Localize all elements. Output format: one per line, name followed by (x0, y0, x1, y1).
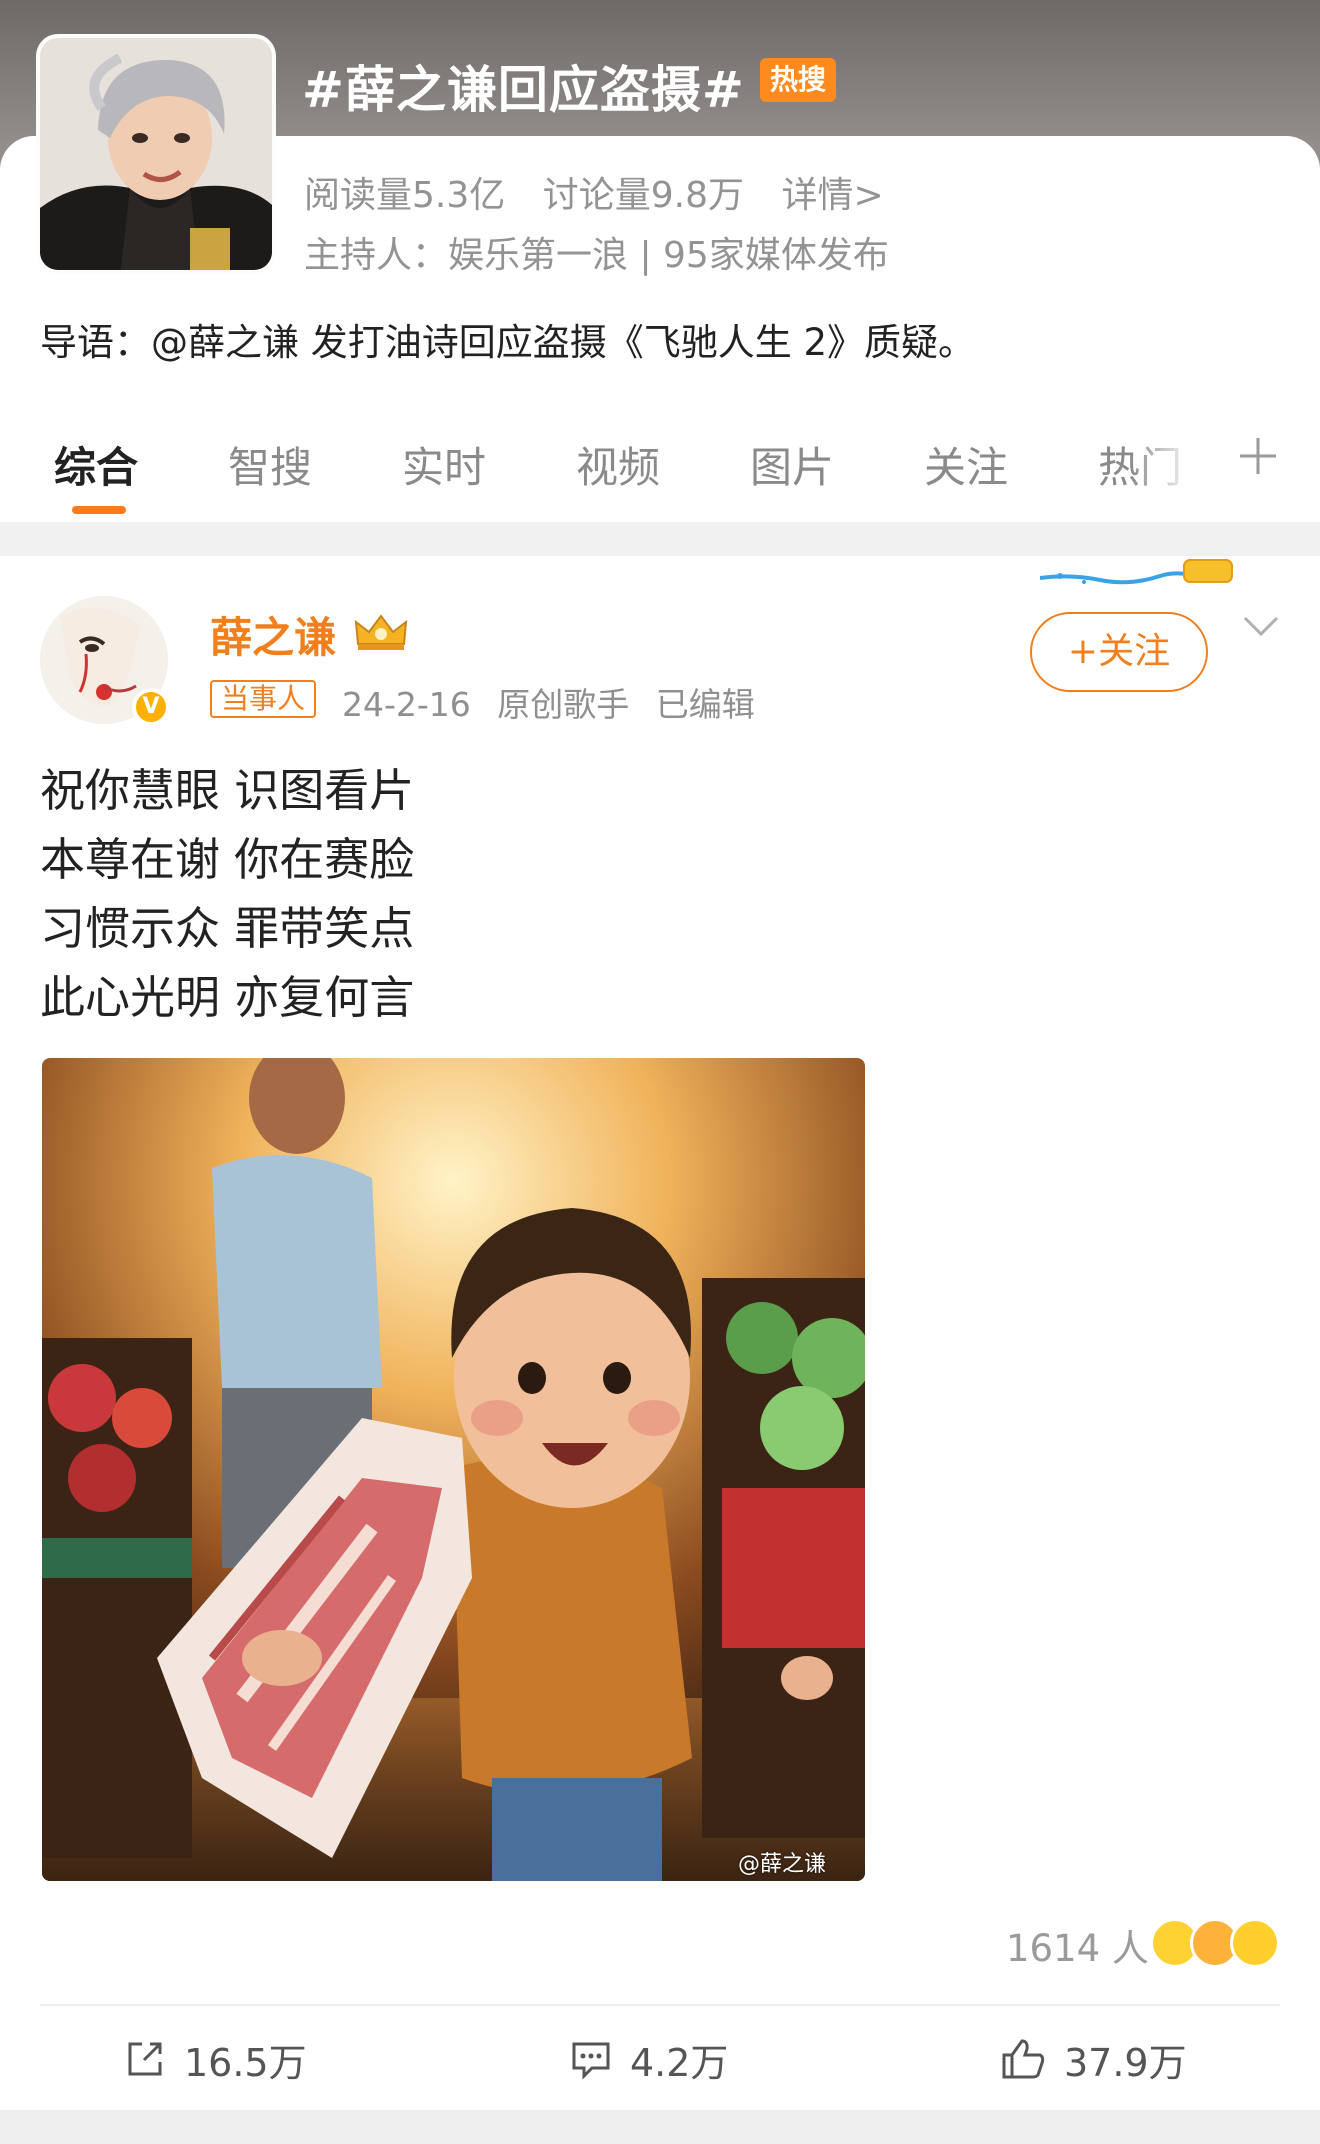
plus-icon[interactable] (1236, 434, 1280, 486)
surprise-emoji-icon (1230, 1918, 1280, 1968)
tab-bar: 综合 智搜 实时 视频 图片 关注 热门 (0, 420, 1320, 520)
repost-count: 16.5万 (184, 2040, 307, 2085)
tab-comprehensive[interactable]: 综合 (54, 434, 138, 495)
tab-smart-search[interactable]: 智搜 (228, 434, 312, 495)
comment-icon (572, 2042, 610, 2080)
topic-intro: 导语：@薛之谦 发打油诗回应盗摄《飞驰人生 2》质疑。 (40, 321, 976, 364)
edited-label: 已编辑 (655, 685, 755, 724)
decoration-splash-icon (1040, 559, 1233, 585)
poem-line: 祝你慧眼 识图看片 (40, 764, 415, 817)
bottom-separator (0, 2110, 1320, 2144)
crown-icon (354, 614, 408, 650)
party-involved-badge: 当事人 (210, 680, 317, 718)
hot-search-badge: 热搜 (760, 58, 837, 102)
read-count: 阅读量5.3亿 (304, 175, 506, 216)
poem-line: 此心光明 亦复何言 (40, 971, 415, 1024)
reaction-count[interactable]: 1614 人 (1006, 1918, 1149, 1972)
topic-stats: 阅读量5.3亿 讨论量9.8万 详情> (304, 166, 910, 218)
action-divider (40, 2004, 1280, 2006)
image-watermark: @薛之谦 (738, 1852, 827, 1877)
post-text: 祝你慧眼 识图看片 本尊在谢 你在赛脸 习惯示众 罪带笑点 此心光明 亦复何言 (40, 756, 414, 1032)
tab-pictures[interactable]: 图片 (750, 434, 834, 495)
verified-badge: V (132, 688, 170, 726)
chevron-down-icon[interactable] (1242, 614, 1280, 640)
author-title: 原创歌手 (497, 685, 630, 724)
like-icon (1002, 2039, 1045, 2079)
comment-count: 4.2万 (630, 2040, 729, 2085)
poem-line: 本尊在谢 你在赛脸 (40, 833, 415, 886)
discussion-count: 讨论量9.8万 (542, 175, 744, 216)
tab-fade (1130, 420, 1210, 510)
like-count: 37.9万 (1064, 2040, 1187, 2085)
follow-button[interactable]: +关注 (1030, 612, 1208, 692)
active-tab-indicator (72, 506, 126, 514)
author-name[interactable]: 薛之谦 (210, 604, 336, 665)
post-image[interactable] (42, 1058, 865, 1881)
post-date: 24-2-16 (342, 685, 471, 724)
comment-button[interactable]: 4.2万 (570, 2036, 728, 2085)
tab-realtime[interactable]: 实时 (402, 434, 486, 495)
section-separator (0, 522, 1320, 556)
topic-host-avatar[interactable] (36, 34, 276, 274)
post-meta: 24-2-16 原创歌手 已编辑 (342, 678, 771, 726)
topic-host-line: 主持人：娱乐第一浪 | 95家媒体发布 (304, 235, 889, 276)
like-button[interactable]: 37.9万 (1000, 2036, 1187, 2085)
poem-line: 习惯示众 罪带笑点 (40, 902, 415, 955)
details-link[interactable]: 详情> (781, 175, 883, 216)
topic-title: #薛之谦回应盗摄# (302, 61, 745, 119)
tab-following[interactable]: 关注 (924, 434, 1008, 495)
tab-video[interactable]: 视频 (576, 434, 660, 495)
repost-button[interactable]: 16.5万 (124, 2036, 307, 2085)
share-icon (128, 2042, 162, 2076)
